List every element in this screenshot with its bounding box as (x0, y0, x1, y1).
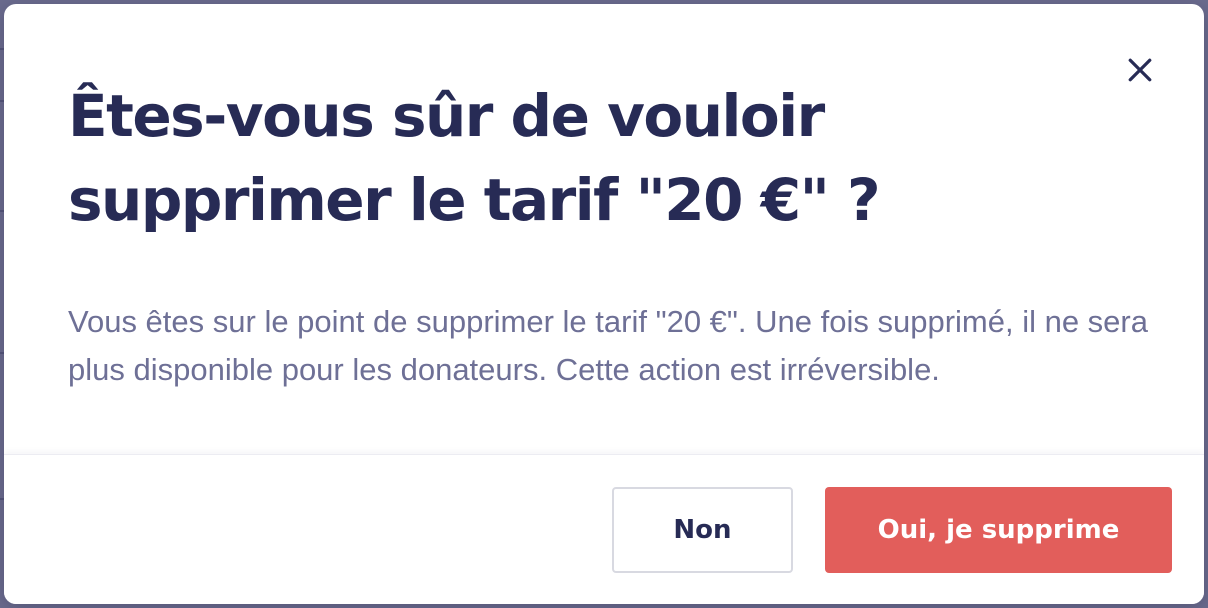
dialog-footer: Non Oui, je supprime (4, 454, 1204, 604)
dialog-title: Êtes-vous sûr de vouloir supprimer le ta… (68, 82, 881, 234)
confirm-delete-dialog: Êtes-vous sûr de vouloir supprimer le ta… (4, 4, 1204, 604)
cancel-button[interactable]: Non (612, 487, 793, 573)
dialog-message: Vous êtes sur le point de supprimer le t… (68, 304, 1148, 387)
confirm-delete-button[interactable]: Oui, je supprime (825, 487, 1172, 573)
close-button[interactable] (1122, 52, 1158, 88)
close-icon (1128, 58, 1152, 82)
